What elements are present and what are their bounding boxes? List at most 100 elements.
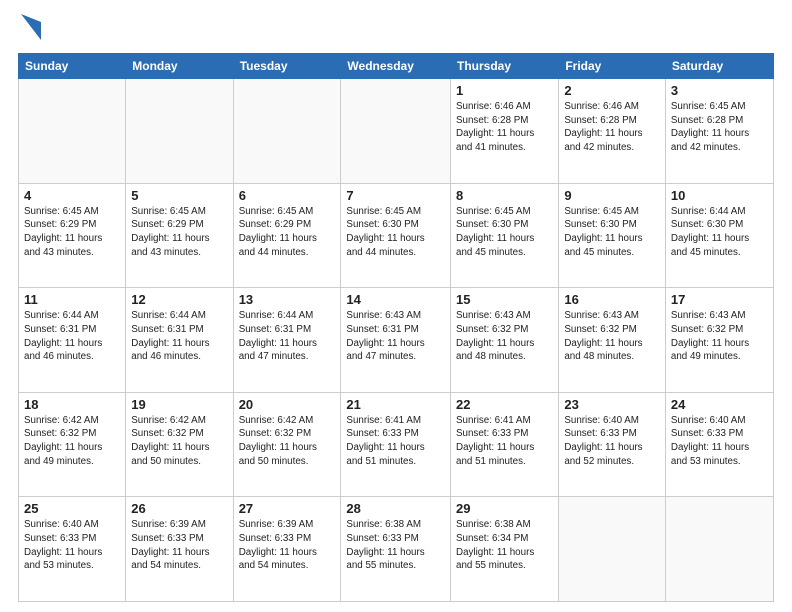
day-info: Sunrise: 6:43 AM Sunset: 6:32 PM Dayligh… [671,309,768,364]
day-info: Sunrise: 6:45 AM Sunset: 6:29 PM Dayligh… [131,205,227,260]
day-number: 20 [239,397,336,412]
day-cell: 8 Sunrise: 6:45 AM Sunset: 6:30 PM Daylig… [451,183,559,288]
day-cell: 20 Sunrise: 6:42 AM Sunset: 6:32 PM Dayli… [233,392,341,497]
day-cell: 18 Sunrise: 6:42 AM Sunset: 6:32 PM Dayli… [19,392,126,497]
day-number: 2 [564,83,660,98]
day-number: 23 [564,397,660,412]
day-number: 3 [671,83,768,98]
day-info: Sunrise: 6:45 AM Sunset: 6:29 PM Dayligh… [24,205,120,260]
day-cell: 26Sunrise: 6:39 AM Sunset: 6:33 PM Dayli… [126,497,233,602]
day-info: Sunrise: 6:40 AM Sunset: 6:33 PM Dayligh… [564,414,660,469]
day-number: 22 [456,397,553,412]
day-info: Sunrise: 6:41 AM Sunset: 6:33 PM Dayligh… [346,414,445,469]
col-header-sunday: Sunday [19,54,126,79]
day-info: Sunrise: 6:44 AM Sunset: 6:31 PM Dayligh… [131,309,227,364]
week-row-3: 18 Sunrise: 6:42 AM Sunset: 6:32 PM Dayli… [19,392,774,497]
day-cell: 9 Sunrise: 6:45 AM Sunset: 6:30 PM Daylig… [559,183,666,288]
day-number: 13 [239,292,336,307]
day-info: Sunrise: 6:45 AM Sunset: 6:29 PM Dayligh… [239,205,336,260]
day-cell [19,79,126,184]
day-info: Sunrise: 6:38 AM Sunset: 6:33 PM Dayligh… [346,518,445,573]
day-info: Sunrise: 6:39 AM Sunset: 6:33 PM Dayligh… [131,518,227,573]
day-cell: 29 Sunrise: 6:38 AM Sunset: 6:34 PM Dayli… [451,497,559,602]
week-row-1: 4 Sunrise: 6:45 AM Sunset: 6:29 PM Daylig… [19,183,774,288]
day-number: 17 [671,292,768,307]
day-cell: 17 Sunrise: 6:43 AM Sunset: 6:32 PM Dayli… [665,288,773,393]
col-header-saturday: Saturday [665,54,773,79]
day-info: Sunrise: 6:42 AM Sunset: 6:32 PM Dayligh… [131,414,227,469]
day-number: 18 [24,397,120,412]
day-cell: 7 Sunrise: 6:45 AM Sunset: 6:30 PM Daylig… [341,183,451,288]
logo-icon [21,14,41,45]
day-number: 19 [131,397,227,412]
day-number: 1 [456,83,553,98]
day-cell: 28 Sunrise: 6:38 AM Sunset: 6:33 PM Dayli… [341,497,451,602]
day-cell: 23 Sunrise: 6:40 AM Sunset: 6:33 PM Dayli… [559,392,666,497]
day-cell [665,497,773,602]
day-info: Sunrise: 6:42 AM Sunset: 6:32 PM Dayligh… [239,414,336,469]
calendar-header-row: SundayMondayTuesdayWednesdayThursdayFrid… [19,54,774,79]
day-cell: 3Sunrise: 6:45 AM Sunset: 6:28 PM Daylig… [665,79,773,184]
week-row-4: 25Sunrise: 6:40 AM Sunset: 6:33 PM Dayli… [19,497,774,602]
col-header-wednesday: Wednesday [341,54,451,79]
day-info: Sunrise: 6:41 AM Sunset: 6:33 PM Dayligh… [456,414,553,469]
page: SundayMondayTuesdayWednesdayThursdayFrid… [0,0,792,612]
day-cell: 5 Sunrise: 6:45 AM Sunset: 6:29 PM Daylig… [126,183,233,288]
day-number: 11 [24,292,120,307]
logo-area [18,16,41,45]
day-cell: 6 Sunrise: 6:45 AM Sunset: 6:29 PM Daylig… [233,183,341,288]
day-number: 10 [671,188,768,203]
day-cell: 10 Sunrise: 6:44 AM Sunset: 6:30 PM Dayli… [665,183,773,288]
day-number: 16 [564,292,660,307]
day-number: 29 [456,501,553,516]
header [18,16,774,45]
day-cell: 13 Sunrise: 6:44 AM Sunset: 6:31 PM Dayli… [233,288,341,393]
day-cell: 25Sunrise: 6:40 AM Sunset: 6:33 PM Dayli… [19,497,126,602]
day-info: Sunrise: 6:39 AM Sunset: 6:33 PM Dayligh… [239,518,336,573]
col-header-friday: Friday [559,54,666,79]
day-info: Sunrise: 6:44 AM Sunset: 6:30 PM Dayligh… [671,205,768,260]
week-row-0: 1 Sunrise: 6:46 AM Sunset: 6:28 PM Daylig… [19,79,774,184]
day-cell: 14 Sunrise: 6:43 AM Sunset: 6:31 PM Dayli… [341,288,451,393]
day-cell: 21 Sunrise: 6:41 AM Sunset: 6:33 PM Dayli… [341,392,451,497]
day-info: Sunrise: 6:45 AM Sunset: 6:30 PM Dayligh… [346,205,445,260]
day-info: Sunrise: 6:46 AM Sunset: 6:28 PM Dayligh… [564,100,660,155]
day-info: Sunrise: 6:40 AM Sunset: 6:33 PM Dayligh… [671,414,768,469]
day-info: Sunrise: 6:45 AM Sunset: 6:30 PM Dayligh… [456,205,553,260]
day-info: Sunrise: 6:43 AM Sunset: 6:32 PM Dayligh… [456,309,553,364]
day-info: Sunrise: 6:44 AM Sunset: 6:31 PM Dayligh… [239,309,336,364]
day-number: 21 [346,397,445,412]
col-header-thursday: Thursday [451,54,559,79]
day-info: Sunrise: 6:43 AM Sunset: 6:32 PM Dayligh… [564,309,660,364]
day-number: 4 [24,188,120,203]
day-number: 6 [239,188,336,203]
day-number: 5 [131,188,227,203]
day-cell: 2 Sunrise: 6:46 AM Sunset: 6:28 PM Daylig… [559,79,666,184]
day-info: Sunrise: 6:42 AM Sunset: 6:32 PM Dayligh… [24,414,120,469]
day-cell: 12 Sunrise: 6:44 AM Sunset: 6:31 PM Dayli… [126,288,233,393]
day-info: Sunrise: 6:44 AM Sunset: 6:31 PM Dayligh… [24,309,120,364]
day-info: Sunrise: 6:43 AM Sunset: 6:31 PM Dayligh… [346,309,445,364]
day-cell: 1 Sunrise: 6:46 AM Sunset: 6:28 PM Daylig… [451,79,559,184]
day-number: 24 [671,397,768,412]
day-number: 15 [456,292,553,307]
calendar-table: SundayMondayTuesdayWednesdayThursdayFrid… [18,53,774,602]
col-header-tuesday: Tuesday [233,54,341,79]
week-row-2: 11 Sunrise: 6:44 AM Sunset: 6:31 PM Dayli… [19,288,774,393]
day-cell: 24 Sunrise: 6:40 AM Sunset: 6:33 PM Dayli… [665,392,773,497]
day-cell: 27Sunrise: 6:39 AM Sunset: 6:33 PM Dayli… [233,497,341,602]
day-number: 9 [564,188,660,203]
day-number: 25 [24,501,120,516]
day-info: Sunrise: 6:38 AM Sunset: 6:34 PM Dayligh… [456,518,553,573]
day-info: Sunrise: 6:45 AM Sunset: 6:30 PM Dayligh… [564,205,660,260]
day-cell [126,79,233,184]
day-info: Sunrise: 6:46 AM Sunset: 6:28 PM Dayligh… [456,100,553,155]
day-number: 7 [346,188,445,203]
day-number: 14 [346,292,445,307]
day-number: 8 [456,188,553,203]
day-cell [559,497,666,602]
day-number: 12 [131,292,227,307]
day-cell [233,79,341,184]
day-number: 28 [346,501,445,516]
day-cell: 19 Sunrise: 6:42 AM Sunset: 6:32 PM Dayli… [126,392,233,497]
